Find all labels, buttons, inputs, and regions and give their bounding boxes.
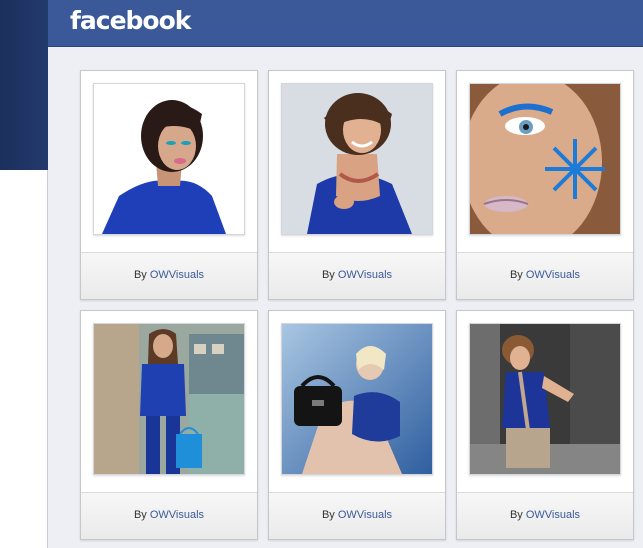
- photo-thumbnail[interactable]: [281, 83, 433, 235]
- photo-card[interactable]: By OWVisuals: [456, 70, 634, 300]
- author-link[interactable]: OWVisuals: [150, 509, 204, 521]
- author-link[interactable]: OWVisuals: [338, 269, 392, 281]
- caption-by: By: [509, 269, 526, 281]
- photo-card[interactable]: By OWVisuals: [268, 310, 446, 540]
- photo-caption: By OWVisuals: [457, 492, 633, 539]
- caption-by: By: [321, 509, 338, 521]
- photo-caption: By OWVisuals: [269, 492, 445, 539]
- photo-card[interactable]: By OWVisuals: [80, 310, 258, 540]
- photo-woman-blue-suit: [94, 324, 244, 474]
- caption-by: By: [133, 509, 150, 521]
- left-dark-panel: [0, 0, 48, 170]
- author-link[interactable]: OWVisuals: [526, 509, 580, 521]
- caption-by: By: [133, 269, 150, 281]
- photo-blue-makeup: [470, 84, 620, 234]
- photo-caption: By OWVisuals: [269, 252, 445, 299]
- photo-caption: By OWVisuals: [81, 252, 257, 299]
- author-link[interactable]: OWVisuals: [150, 269, 204, 281]
- top-bar: facebook: [48, 0, 643, 47]
- photo-thumbnail[interactable]: [469, 323, 621, 475]
- photo-card[interactable]: By OWVisuals: [268, 70, 446, 300]
- photo-smiling-woman: [282, 84, 432, 234]
- caption-by: By: [321, 269, 338, 281]
- photo-gallery: By OWVisuals By OWVisuals By OWVisuals B…: [48, 47, 643, 548]
- photo-caption: By OWVisuals: [81, 492, 257, 539]
- photo-card[interactable]: By OWVisuals: [80, 70, 258, 300]
- photo-woman-bob: [94, 84, 244, 234]
- photo-young-man: [470, 324, 620, 474]
- photo-model-handbag: [282, 324, 432, 474]
- photo-thumbnail[interactable]: [469, 83, 621, 235]
- author-link[interactable]: OWVisuals: [338, 509, 392, 521]
- author-link[interactable]: OWVisuals: [526, 269, 580, 281]
- facebook-logo[interactable]: facebook: [70, 6, 191, 35]
- photo-thumbnail[interactable]: [93, 83, 245, 235]
- photo-card[interactable]: By OWVisuals: [456, 310, 634, 540]
- photo-thumbnail[interactable]: [93, 323, 245, 475]
- caption-by: By: [509, 509, 526, 521]
- photo-thumbnail[interactable]: [281, 323, 433, 475]
- photo-caption: By OWVisuals: [457, 252, 633, 299]
